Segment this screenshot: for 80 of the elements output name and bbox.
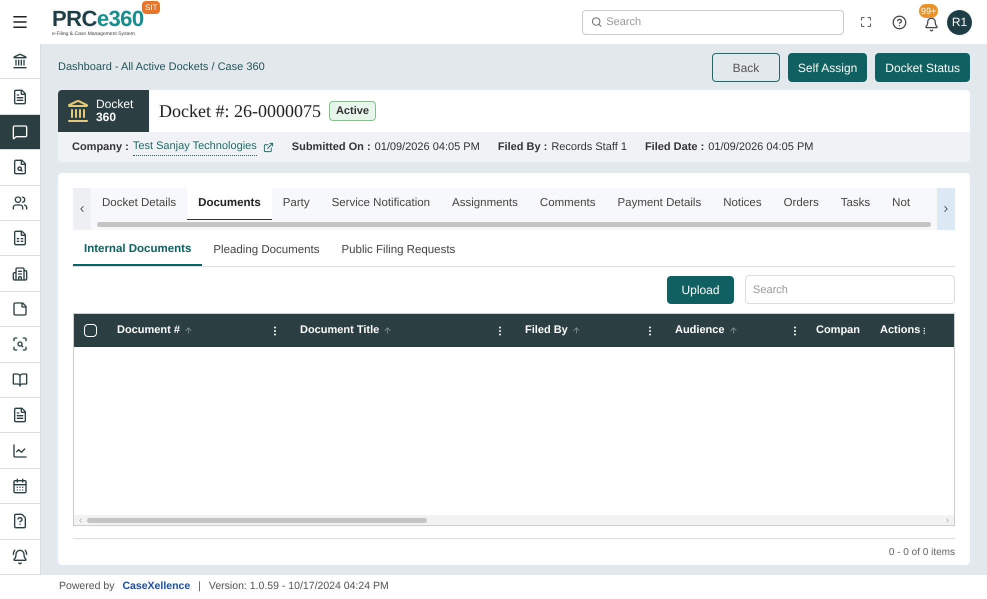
- document-icon: [12, 88, 28, 105]
- sub-tab[interactable]: Public Filing Requests: [330, 236, 466, 266]
- notification-badge: 99+: [919, 4, 938, 18]
- fullscreen-icon[interactable]: [860, 16, 872, 28]
- powered-by-label: Powered by: [59, 579, 114, 594]
- tab[interactable]: Service Notification: [320, 188, 442, 220]
- badge-label: Docket: [96, 98, 134, 111]
- sub-tab[interactable]: Pleading Documents: [202, 236, 330, 266]
- tab[interactable]: Notices: [712, 188, 773, 220]
- search-icon: [591, 16, 602, 28]
- bank-icon: [66, 99, 90, 123]
- calendar-icon: [12, 478, 28, 494]
- note-icon: [12, 301, 28, 318]
- tab[interactable]: Comments: [528, 188, 606, 220]
- tab[interactable]: Party: [272, 188, 321, 220]
- tab[interactable]: Not: [881, 188, 922, 220]
- field-value: 01/09/2026 04:05 PM: [708, 140, 814, 155]
- field-value: 01/09/2026 04:05 PM: [374, 140, 480, 155]
- field-label: Filed Date :: [644, 140, 704, 155]
- field-value: Records Staff 1: [551, 140, 627, 155]
- help-icon[interactable]: [892, 14, 907, 30]
- search-input[interactable]: Search: [606, 14, 835, 30]
- bell-icon: [12, 548, 28, 565]
- chat-icon: [12, 124, 28, 140]
- badge-number: 360: [96, 111, 118, 124]
- environment-badge: SIT: [142, 1, 160, 14]
- breadcrumb: Dashboard - All Active Dockets / Case 360: [58, 60, 265, 76]
- status-badge: Active: [328, 100, 376, 122]
- tab[interactable]: Orders: [772, 188, 830, 220]
- pagination-info: 0 - 0 of 0 items: [888, 546, 955, 560]
- sort-icon[interactable]: [572, 326, 581, 335]
- tab[interactable]: Tasks: [830, 188, 882, 220]
- column-header[interactable]: Document Title: [287, 320, 512, 340]
- tab[interactable]: Docket Details: [91, 188, 188, 220]
- column-header[interactable]: Document #: [97, 320, 287, 340]
- company-link[interactable]: Test Sanjay Technologies: [132, 138, 257, 156]
- help-document-icon: [12, 513, 28, 530]
- brand-logo: CaseXellence: [122, 579, 190, 594]
- version-info: Version: 1.0.59 - 10/17/2024 04:24 PM: [208, 579, 389, 594]
- document-search-icon: [12, 159, 28, 176]
- column-header[interactable]: Audience: [662, 320, 807, 340]
- logo: PRCe360: [52, 7, 144, 31]
- table-search-field[interactable]: Search: [745, 275, 955, 304]
- docket-title: Docket #: 26-0000075: [159, 100, 321, 122]
- document-icon: [12, 407, 28, 424]
- sort-icon[interactable]: [383, 326, 392, 335]
- scan-icon: [12, 336, 28, 352]
- column-header[interactable]: Compan: [807, 320, 867, 340]
- select-all-checkbox[interactable]: [84, 324, 97, 337]
- field-label: Filed By :: [498, 140, 548, 155]
- field-label: Submitted On :: [292, 140, 371, 155]
- action-button[interactable]: Back: [712, 53, 780, 82]
- tab[interactable]: Documents: [187, 188, 272, 220]
- users-icon: [12, 194, 28, 211]
- book-icon: [12, 372, 28, 388]
- breadcrumb-link[interactable]: Dashboard - All Active Dockets: [58, 61, 208, 74]
- menu-icon: [11, 13, 29, 31]
- sort-icon[interactable]: [728, 326, 738, 335]
- chart-icon: [12, 442, 28, 459]
- action-button[interactable]: Self Assign: [788, 53, 868, 82]
- bank-icon: [12, 53, 28, 70]
- building-icon: [12, 266, 28, 282]
- user-avatar[interactable]: R1: [947, 10, 972, 34]
- field-label: Company :: [72, 140, 129, 155]
- column-header[interactable]: Actions: [867, 320, 935, 340]
- tab[interactable]: Payment Details: [606, 188, 712, 220]
- tab[interactable]: Assignments: [441, 188, 529, 220]
- sub-tab[interactable]: Internal Documents: [73, 236, 202, 266]
- spreadsheet-icon: [12, 230, 28, 246]
- action-button[interactable]: Docket Status: [875, 53, 970, 82]
- tab-scrollbar[interactable]: [97, 222, 931, 227]
- upload-button[interactable]: Upload: [667, 276, 734, 304]
- external-link-icon[interactable]: [262, 142, 274, 152]
- search-field[interactable]: Search: [582, 10, 844, 34]
- sort-icon[interactable]: [184, 326, 193, 335]
- separator: |: [198, 579, 201, 594]
- table-scrollbar[interactable]: [87, 518, 427, 522]
- sidebar-item[interactable]: [0, 114, 40, 150]
- notification-icon[interactable]: [924, 17, 938, 32]
- column-header[interactable]: Filed By: [512, 320, 662, 340]
